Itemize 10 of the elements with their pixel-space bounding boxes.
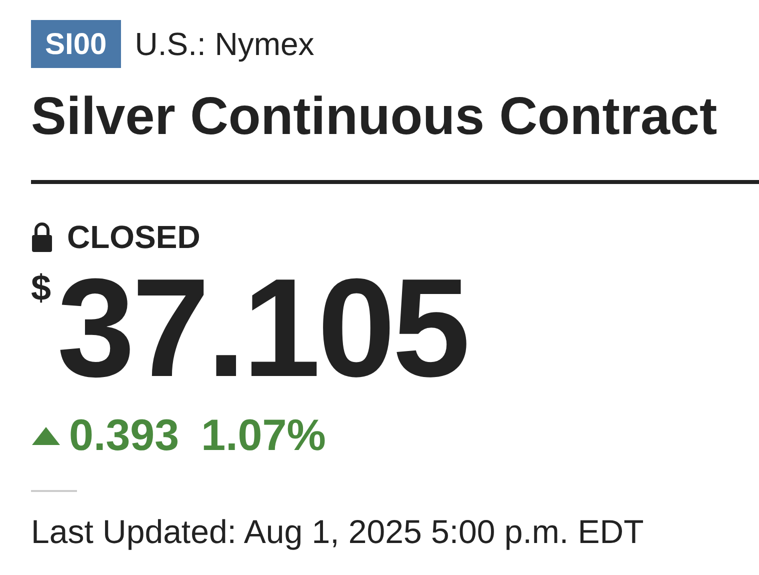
last-updated: Last Updated: Aug 1, 2025 5:00 p.m. EDT <box>31 512 645 552</box>
contract-title: Silver Continuous Contract <box>31 86 718 148</box>
ticker-badge: SI00 <box>31 20 121 68</box>
price-value: 37.105 <box>57 266 468 390</box>
change-percent: 1.07% <box>201 410 326 462</box>
lock-icon <box>31 222 53 252</box>
currency-symbol: $ <box>31 270 52 306</box>
market-status: CLOSED <box>67 218 200 257</box>
exchange-label: U.S.: Nymex <box>134 25 314 64</box>
change-points: 0.393 <box>69 410 180 462</box>
